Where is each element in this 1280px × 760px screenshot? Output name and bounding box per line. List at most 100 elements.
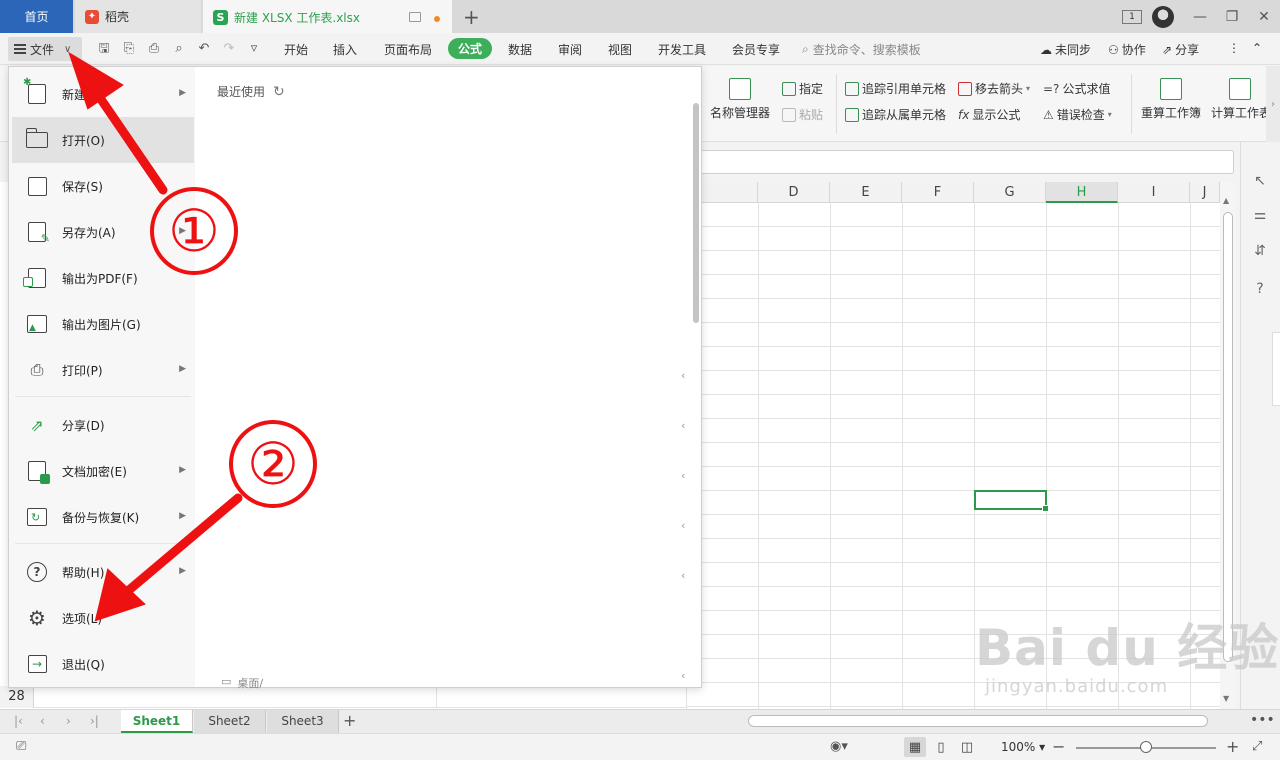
file-menu-backup[interactable]: ↻ 备份与恢复(K) ▶ [12,494,194,540]
page-view-button[interactable]: ▯ [930,737,952,757]
preview-quick-icon[interactable]: ⌕ [171,41,187,57]
column-header[interactable]: D [758,182,830,203]
help-side-icon[interactable]: ? [1251,280,1269,298]
last-sheet-icon[interactable]: ›| [90,714,99,728]
column-header[interactable]: E [830,182,902,203]
menu-member[interactable]: 会员专享 [732,41,780,58]
menu-developer[interactable]: 开发工具 [658,41,706,58]
first-sheet-icon[interactable]: |‹ [14,714,23,728]
file-menu-new[interactable]: ✱ 新建(N) ▶ [12,71,194,117]
fullscreen-icon[interactable]: ⤢ [1252,739,1262,754]
export-quick-icon[interactable]: ⎘ [121,41,137,57]
transform-icon[interactable]: ⇵ [1251,242,1269,260]
recent-folder-path[interactable]: ▭ 桌面/ [221,675,263,691]
file-menu-exit[interactable]: → 退出(Q) [12,641,194,687]
command-search[interactable]: ⌕ 查找命令、搜索模板 [802,39,952,59]
tab-daoke[interactable]: ✦ 稻壳 [75,0,201,33]
menu-view[interactable]: 视图 [608,41,632,58]
zoom-slider-handle[interactable] [1140,741,1152,753]
menu-data[interactable]: 数据 [508,41,532,58]
pin-icon[interactable]: ‹ [681,469,685,482]
error-check-button[interactable]: ⚠ 错误检查 ▾ [1043,106,1112,123]
restore-button[interactable]: ❐ [1216,0,1248,33]
menu-formulas[interactable]: 公式 [448,38,493,59]
avatar[interactable] [1152,5,1174,28]
vertical-scrollbar[interactable]: ▲ ▼ [1220,182,1236,709]
calc-sheet-button[interactable]: 计算工作表 [1211,78,1267,121]
print-quick-icon[interactable]: ⎙ [146,41,162,57]
scroll-down-icon[interactable]: ▼ [1223,694,1229,703]
horizontal-scrollbar[interactable] [716,713,1212,729]
scroll-up-icon[interactable]: ▲ [1223,196,1229,205]
share-top-button[interactable]: ⇗ 分享 [1162,41,1199,58]
collapse-ribbon-icon[interactable]: ⌃ [1252,41,1262,55]
paste-name-button[interactable]: 粘贴 [782,106,823,123]
menu-review[interactable]: 审阅 [558,41,582,58]
formula-input[interactable] [700,150,1234,174]
trace-dependents-button[interactable]: 追踪从属单元格 [845,106,946,123]
tab-home[interactable]: 首页 [0,0,73,33]
select-pointer-icon[interactable]: ↖ [1251,172,1269,190]
refresh-icon[interactable]: ↻ [273,84,285,100]
pin-icon[interactable]: ‹ [681,419,685,432]
new-tab-button[interactable]: + [463,5,480,29]
undo-icon[interactable]: ↶ [196,41,212,57]
file-menu-share[interactable]: ⇗ 分享(D) [12,402,194,448]
more-icon[interactable]: ••• [1250,712,1275,728]
macro-record-icon[interactable]: ⎚ [16,739,26,754]
sheet-tab-active[interactable]: Sheet1 [121,710,193,733]
menu-start[interactable]: 开始 [284,41,308,58]
hscroll-thumb[interactable] [748,715,1208,727]
page-badge[interactable]: 1 [1122,9,1142,24]
evaluate-formula-button[interactable]: =? 公式求值 [1043,80,1110,97]
close-button[interactable]: ✕ [1248,0,1280,33]
pin-icon[interactable]: ‹ [681,669,685,682]
tab-document[interactable]: S 新建 XLSX 工作表.xlsx [203,0,452,33]
sheet-tab[interactable]: Sheet3 [267,710,339,733]
menu-insert[interactable]: 插入 [333,41,357,58]
scroll-thumb[interactable] [1223,212,1233,662]
file-menu-options[interactable]: ⚙ 选项(L) [12,595,194,641]
recalc-workbook-button[interactable]: 重算工作簿 [1141,78,1201,121]
properties-icon[interactable]: ⚌ [1251,206,1269,224]
row-header[interactable]: 28 [0,686,34,708]
file-menu-button[interactable]: 文件 ∨ [8,37,82,61]
show-formulas-button[interactable]: fx 显示公式 [958,106,1020,123]
remove-arrows-button[interactable]: 移去箭头 ▾ [958,80,1030,97]
zoom-level[interactable]: 100% ▾ [1001,740,1045,754]
redo-icon[interactable]: ↷ [221,41,237,57]
pin-icon[interactable]: ‹ [681,569,685,582]
pin-icon[interactable]: ‹ [681,519,685,532]
side-panel-tab[interactable] [1272,332,1280,406]
selected-cell[interactable] [974,490,1049,512]
column-header[interactable]: F [902,182,974,203]
customize-quick-icon[interactable]: ▿ [246,41,262,57]
save-quick-icon[interactable]: 🖫 [96,41,112,57]
eye-protection-icon[interactable]: ◉▾ [830,739,848,754]
prev-sheet-icon[interactable]: ‹ [40,714,45,728]
table-row[interactable] [34,686,686,708]
file-menu-print[interactable]: ⎙ 打印(P) ▶ [12,347,194,393]
sync-button[interactable]: ☁ 未同步 [1040,41,1091,58]
file-menu-help[interactable]: ? 帮助(H) ▶ [12,549,194,595]
monitor-icon[interactable] [409,12,421,22]
more-menu-icon[interactable]: ⋮ [1228,41,1240,55]
column-header-selected[interactable]: H [1046,182,1118,203]
book-view-button[interactable]: ◫ [956,737,978,757]
recent-scrollbar[interactable] [693,103,699,323]
next-sheet-icon[interactable]: › [66,714,71,728]
pin-icon[interactable]: ‹ [681,369,685,382]
ribbon-scroll-right-icon[interactable]: › [1266,66,1280,142]
trace-precedents-button[interactable]: 追踪引用单元格 [845,80,946,97]
add-sheet-button[interactable]: + [343,711,356,730]
collab-button[interactable]: ⚇ 协作 [1108,41,1146,58]
file-menu-open[interactable]: 打开(O) [12,117,194,163]
column-header[interactable]: J [1190,182,1220,203]
name-manager-button[interactable]: 名称管理器 [710,78,770,121]
zoom-out-icon[interactable]: − [1052,737,1065,756]
file-menu-export-image[interactable]: ▲ 输出为图片(G) [12,301,194,347]
designate-button[interactable]: 指定 [782,80,823,97]
cell-grid[interactable] [686,203,1220,709]
sheet-tab[interactable]: Sheet2 [194,710,266,733]
menu-page-layout[interactable]: 页面布局 [384,41,432,58]
